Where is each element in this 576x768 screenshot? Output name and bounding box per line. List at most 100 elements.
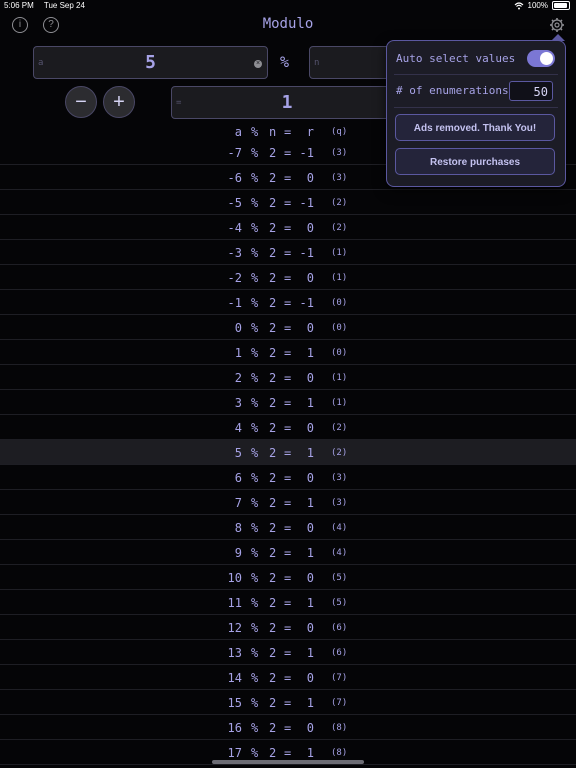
table-row[interactable]: 7% 2 = 1 (3) [0,490,576,515]
row-op: % [251,371,259,385]
row-n: 2 [269,371,277,385]
row-op: % [251,246,259,260]
table-row[interactable]: 12% 2 = 0 (6) [0,615,576,640]
table-row[interactable]: 3% 2 = 1 (1) [0,390,576,415]
minus-button[interactable]: − [65,86,97,118]
row-eq: = [284,721,292,735]
row-q: (0) [331,298,348,308]
table-row[interactable]: 10% 2 = 0 (5) [0,565,576,590]
table-row[interactable]: 1% 2 = 1 (0) [0,340,576,365]
row-op: % [251,321,259,335]
table-row[interactable]: 5% 2 = 1 (2) [0,440,576,465]
row-op: % [251,196,259,210]
row-r: 1 [306,646,314,660]
row-r: 1 [306,346,314,360]
row-a: 4 [234,421,242,435]
row-q: (4) [331,523,348,533]
row-a: 1 [234,346,242,360]
row-n: 2 [269,271,277,285]
ads-removed-button[interactable]: Ads removed. Thank You! [395,114,555,141]
table-row[interactable]: 8% 2 = 0 (4) [0,515,576,540]
table-row[interactable]: 0% 2 = 0 (0) [0,315,576,340]
row-eq: = [284,296,292,310]
table-row[interactable]: -3% 2 = -1 (1) [0,240,576,265]
row-q: (3) [331,498,348,508]
row-eq: = [284,271,292,285]
row-op: % [251,721,259,735]
row-q: (2) [331,223,348,233]
table-row[interactable]: 15% 2 = 1 (7) [0,690,576,715]
row-op: % [251,396,259,410]
row-r: 0 [306,221,314,235]
table-row[interactable]: -1% 2 = -1 (0) [0,290,576,315]
row-eq: = [284,171,292,185]
row-r: 1 [306,696,314,710]
row-q: (4) [331,548,348,558]
row-n: 2 [269,146,277,160]
status-bar: 5:06 PM Tue Sep 24 100% [0,0,576,12]
a-input[interactable]: a 5 × [33,46,268,79]
a-value: 5 [145,52,156,73]
row-r: 0 [306,521,314,535]
auto-select-toggle[interactable] [527,50,555,67]
table-row[interactable]: -2% 2 = 0 (1) [0,265,576,290]
row-q: (6) [331,623,348,633]
row-op: % [251,471,259,485]
row-eq: = [284,346,292,360]
table-row[interactable]: -4% 2 = 0 (2) [0,215,576,240]
settings-popover: Auto select values # of enumerations 50 … [386,34,566,187]
row-q: (6) [331,648,348,658]
row-q: (1) [331,398,348,408]
row-eq: = [284,621,292,635]
status-time: 5:06 PM [4,1,34,10]
restore-purchases-button[interactable]: Restore purchases [395,148,555,175]
row-a: 9 [234,546,242,560]
row-op: % [251,696,259,710]
table-row[interactable]: 11% 2 = 1 (5) [0,590,576,615]
row-a: -3 [227,246,242,260]
row-r: -1 [299,146,314,160]
header-q: (q) [331,127,348,137]
table-row[interactable]: 14% 2 = 0 (7) [0,665,576,690]
row-q: (8) [331,748,348,758]
row-op: % [251,621,259,635]
battery-percent: 100% [527,1,548,10]
gear-icon[interactable] [549,17,565,33]
row-a: 3 [234,396,242,410]
row-eq: = [284,646,292,660]
table-row[interactable]: 4% 2 = 0 (2) [0,415,576,440]
row-r: 0 [306,371,314,385]
enumeration-list[interactable]: -7% 2 = -1 (3) -6% 2 = 0 (3) -5% 2 = -1 (2) -4% 2 = 0 (2) -3… [0,140,576,765]
row-eq: = [284,146,292,160]
row-q: (7) [331,698,348,708]
enumerations-input[interactable]: 50 [509,81,553,101]
row-op: % [251,596,259,610]
row-op: % [251,271,259,285]
table-row[interactable]: 13% 2 = 1 (6) [0,640,576,665]
row-n: 2 [269,246,277,260]
modulo-operator: % [280,53,290,71]
row-r: 1 [306,746,314,760]
row-eq: = [284,471,292,485]
row-a: -2 [227,271,242,285]
table-row[interactable]: 16% 2 = 0 (8) [0,715,576,740]
row-n: 2 [269,671,277,685]
row-a: 7 [234,496,242,510]
row-q: (3) [331,148,348,158]
table-row[interactable]: -5% 2 = -1 (2) [0,190,576,215]
row-op: % [251,646,259,660]
row-n: 2 [269,596,277,610]
row-r: 1 [306,596,314,610]
table-row[interactable]: 2% 2 = 0 (1) [0,365,576,390]
home-indicator [212,760,364,764]
table-row[interactable]: 9% 2 = 1 (4) [0,540,576,565]
row-r: 0 [306,571,314,585]
plus-button[interactable]: + [103,86,135,118]
row-n: 2 [269,421,277,435]
row-q: (3) [331,173,348,183]
row-r: 0 [306,721,314,735]
row-r: 1 [306,546,314,560]
clear-icon[interactable]: × [254,60,262,68]
table-row[interactable]: 6% 2 = 0 (3) [0,465,576,490]
row-a: -6 [227,171,242,185]
